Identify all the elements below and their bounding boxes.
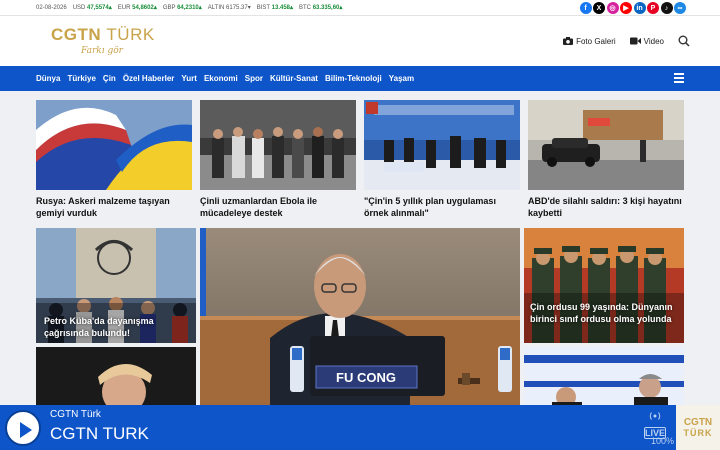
player-logo: CGTN TÜRK [676, 405, 720, 450]
news-caption: Çinli uzmanlardan Ebola ile mücadeleye d… [200, 196, 318, 218]
news-caption: Çin ordusu 99 yaşında: Dünyanın birinci … [530, 302, 673, 324]
news-image-trump [36, 347, 196, 405]
ticker-gold: ALTIN 6175.37▾ [207, 5, 251, 11]
news-caption: "Çin'in 5 yıllık plan uygulaması örnek a… [364, 196, 496, 218]
live-indicator: LIVE [644, 408, 666, 439]
site-header: CGTN TÜRK Farkı gör Foto Galeri Video [0, 16, 720, 66]
news-caption: Petro Küba'da dayanışma çağrısında bulun… [44, 316, 154, 338]
instagram-icon[interactable]: ◎ [606, 2, 619, 14]
broadcast-icon [649, 412, 661, 420]
link-icon[interactable]: ∞ [674, 2, 686, 14]
nav-item-cin[interactable]: Çin [103, 74, 116, 83]
feature-story-fu-cong[interactable]: FU CONG [200, 228, 520, 405]
news-image-flags [36, 100, 192, 190]
ticker-usd: USD 47,5574▴ [72, 5, 112, 11]
ticker-bist: BIST 13.458▴ [256, 5, 294, 11]
nav-item-ozel-haberler[interactable]: Özel Haberler [123, 74, 175, 83]
camera-icon [563, 37, 574, 45]
menu-icon[interactable] [674, 73, 684, 85]
news-image-experts [200, 100, 356, 190]
site-slogan: Farkı gör [81, 46, 123, 56]
news-caption: Rusya: Askeri malzeme taşıyan gemiyi vur… [36, 196, 170, 218]
nav-item-yurt[interactable]: Yurt [181, 74, 197, 83]
news-image-police-car [528, 100, 684, 190]
play-icon [20, 422, 32, 438]
player-station-title: CGTN TURK [50, 424, 149, 443]
nav-item-ekonomi[interactable]: Ekonomi [204, 74, 238, 83]
youtube-icon[interactable]: ▶ [620, 2, 632, 14]
main-nav: Dünya Türkiye Çin Özel Haberler Yurt Eko… [0, 66, 720, 91]
news-image-conference [364, 100, 520, 190]
site-logo[interactable]: CGTN TÜRK Farkı gör [51, 25, 155, 56]
news-card-israel[interactable] [524, 347, 684, 405]
video-link[interactable]: Video [629, 37, 664, 46]
facebook-icon[interactable]: f [579, 2, 592, 14]
nav-item-dunya[interactable]: Dünya [36, 74, 60, 83]
player-station-sub: CGTN Türk [50, 409, 101, 420]
nav-item-bilim-teknoloji[interactable]: Bilim-Teknoloji [325, 74, 382, 83]
photo-gallery-link[interactable]: Foto Galeri [563, 37, 616, 46]
nav-item-yasam[interactable]: Yaşam [389, 74, 414, 83]
feature-image-un-assembly: FU CONG [200, 228, 520, 405]
search-icon[interactable] [678, 35, 690, 47]
nav-item-spor[interactable]: Spor [245, 74, 263, 83]
ticker-btc: BTC 63.335,60▴ [299, 5, 343, 11]
ticker-date: 02-08-2026 [36, 4, 67, 11]
x-icon[interactable]: X [593, 2, 605, 14]
news-card-five-year-plan[interactable]: "Çin'in 5 yıllık plan uygulaması örnek a… [364, 100, 520, 220]
live-label: LIVE [644, 427, 666, 439]
video-camera-icon [629, 37, 641, 45]
social-links: f X ◎ ▶ in P ♪ ∞ [579, 2, 686, 14]
ticker-gbp: GBP 64,2310▴ [162, 5, 202, 11]
play-button[interactable] [5, 410, 41, 446]
news-card-ebola[interactable]: Çinli uzmanlardan Ebola ile mücadeleye d… [200, 100, 356, 220]
news-card-shooting[interactable]: ABD'de silahlı saldırı: 3 kişi hayatını … [528, 100, 684, 220]
linkedin-icon[interactable]: in [633, 2, 646, 14]
ticker-eur: EUR 54,8602▴ [117, 5, 157, 11]
nav-item-kultur-sanat[interactable]: Kültür-Sanat [270, 74, 318, 83]
radio-player: CGTN Türk CGTN TURK 100% [0, 405, 720, 450]
pinterest-icon[interactable]: P [647, 2, 659, 14]
news-card-trump[interactable] [36, 347, 196, 405]
news-image-soldiers [524, 228, 684, 343]
news-card-petro-cuba[interactable]: Petro Küba'da dayanışma çağrısında bulun… [36, 228, 196, 343]
nameplate-text: FU CONG [336, 370, 396, 385]
news-card-russia[interactable]: Rusya: Askeri malzeme taşıyan gemiyi vur… [36, 100, 192, 220]
tiktok-icon[interactable]: ♪ [660, 2, 673, 14]
news-card-chinese-army[interactable]: Çin ordusu 99 yaşında: Dünyanın birinci … [524, 228, 684, 343]
news-image-israel-flag [524, 347, 684, 405]
nav-item-turkiye[interactable]: Türkiye [67, 74, 95, 83]
news-caption: ABD'de silahlı saldırı: 3 kişi hayatını … [528, 196, 682, 218]
